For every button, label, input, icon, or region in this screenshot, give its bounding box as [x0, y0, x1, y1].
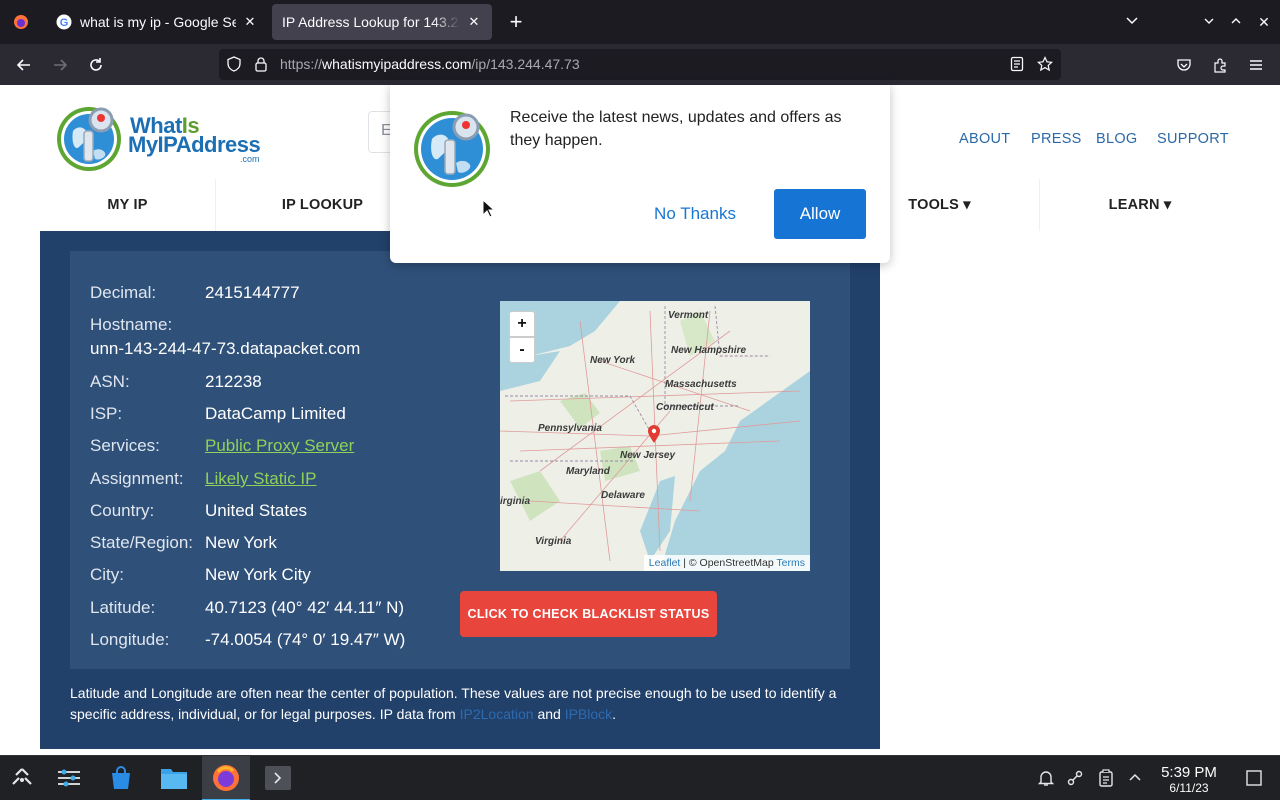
- minimize-icon[interactable]: [1197, 10, 1221, 34]
- ip-details-card: Decimal: 2415144777 Hostname: unn-143-244…: [70, 251, 850, 669]
- tab-google-search[interactable]: G what is my ip - Google Sea ✕: [46, 4, 268, 40]
- site-globe-icon: [414, 111, 490, 187]
- no-thanks-button[interactable]: No Thanks: [640, 189, 750, 239]
- detail-city: City: New York City: [90, 565, 311, 584]
- detail-hostname-value: unn-143-244-47-73.datapacket.com: [90, 339, 361, 358]
- map-label: Delaware: [601, 490, 645, 501]
- hamburger-menu-icon[interactable]: [1243, 52, 1269, 78]
- google-icon: G: [56, 14, 72, 30]
- discover-store-icon[interactable]: [104, 761, 138, 795]
- notifications-bell-icon[interactable]: [1036, 768, 1056, 788]
- notification-message: Receive the latest news, updates and off…: [510, 109, 842, 149]
- bookmark-star-icon[interactable]: [1037, 56, 1053, 77]
- extensions-icon[interactable]: [1207, 52, 1233, 78]
- reader-view-icon[interactable]: [1010, 56, 1024, 77]
- reload-icon[interactable]: [83, 52, 109, 78]
- tray-expand-icon[interactable]: [1125, 768, 1145, 788]
- tracking-shield-icon[interactable]: [226, 56, 242, 77]
- detail-latitude: Latitude: 40.7123 (40° 42′ 44.11″ N): [90, 598, 405, 617]
- back-arrow-icon[interactable]: [11, 52, 37, 78]
- network-icon[interactable]: [1065, 768, 1085, 788]
- list-all-tabs-icon[interactable]: [1120, 10, 1144, 34]
- map-label: irginia: [500, 496, 531, 507]
- link-about[interactable]: ABOUT: [959, 131, 1010, 147]
- map-label: Pennsylvania: [538, 423, 602, 434]
- maximize-icon[interactable]: [1224, 10, 1248, 34]
- ipblock-link[interactable]: IPBlock: [565, 706, 612, 722]
- link-press[interactable]: PRESS: [1031, 131, 1082, 147]
- tab-ip-lookup[interactable]: IP Address Lookup for 143.244 ✕: [272, 4, 492, 40]
- map-label: New Jersey: [620, 450, 676, 461]
- detail-asn: ASN: 212238: [90, 372, 262, 391]
- terminal-icon[interactable]: [261, 761, 295, 795]
- globe-magnifier-icon: [57, 107, 121, 171]
- address-bar[interactable]: https://whatismyipaddress.com/ip/143.244…: [219, 49, 1061, 80]
- leaflet-link[interactable]: Leaflet: [649, 557, 681, 569]
- map-label: New York: [590, 355, 636, 366]
- map-zoom-in-button[interactable]: +: [509, 311, 535, 337]
- link-support[interactable]: SUPPORT: [1157, 131, 1229, 147]
- system-settings-icon[interactable]: [52, 761, 86, 795]
- detail-isp: ISP: DataCamp Limited: [90, 404, 346, 423]
- svg-text:G: G: [60, 17, 69, 29]
- mouse-cursor-icon: [482, 199, 496, 218]
- map-label: Maryland: [566, 466, 610, 477]
- logo-wordmark-line2: MyIPAddress: [128, 132, 261, 157]
- detail-country: Country: United States: [90, 501, 308, 520]
- clipboard-icon[interactable]: [1096, 768, 1116, 788]
- forward-arrow-icon[interactable]: [47, 52, 73, 78]
- desktop-taskbar: 5:39 PM 6/11/23: [0, 755, 1280, 800]
- location-map[interactable]: Vermont New Hampshire New York Massachus…: [500, 301, 810, 571]
- firefox-icon[interactable]: [209, 761, 243, 795]
- map-label: New Hampshire: [671, 345, 747, 356]
- nav-learn[interactable]: LEARN ▾: [1040, 179, 1240, 231]
- new-tab-button[interactable]: +: [502, 8, 530, 36]
- tab-title: IP Address Lookup for 143.244: [282, 14, 460, 30]
- check-blacklist-button[interactable]: CLICK TO CHECK BLACKLIST STATUS: [460, 591, 717, 637]
- assignment-link[interactable]: Likely Static IP: [205, 469, 317, 488]
- file-manager-icon[interactable]: [157, 761, 191, 795]
- app-launcher-icon[interactable]: [5, 761, 39, 795]
- nav-my-ip[interactable]: MY IP: [40, 179, 216, 231]
- map-label: Virginia: [535, 536, 572, 547]
- map-label: Connecticut: [656, 402, 714, 413]
- map-label: Vermont: [668, 310, 709, 321]
- map-label: Massachusetts: [665, 379, 737, 390]
- allow-button[interactable]: Allow: [774, 189, 866, 239]
- detail-longitude: Longitude: -74.0054 (74° 0′ 19.47″ W): [90, 630, 406, 649]
- detail-region: State/Region: New York: [90, 533, 277, 552]
- browser-nav-bar: https://whatismyipaddress.com/ip/143.244…: [0, 44, 1280, 85]
- firefox-view-icon[interactable]: [0, 0, 42, 44]
- map-attribution: Leaflet | © OpenStreetMap Terms: [643, 555, 810, 571]
- detail-hostname-label: Hostname:: [90, 315, 173, 334]
- detail-assignment: Assignment: Likely Static IP: [90, 469, 317, 488]
- link-blog[interactable]: BLOG: [1096, 131, 1138, 147]
- clock-date[interactable]: 6/11/23: [1156, 781, 1222, 795]
- terms-link[interactable]: Terms: [776, 557, 805, 569]
- logo-suffix: .com: [240, 154, 260, 164]
- browser-tab-bar: G what is my ip - Google Sea ✕ IP Addres…: [0, 0, 1280, 44]
- location-pin-icon[interactable]: [647, 424, 661, 449]
- pocket-icon[interactable]: [1171, 52, 1197, 78]
- lock-icon[interactable]: [254, 56, 268, 77]
- detail-services: Services: Public Proxy Server: [90, 436, 355, 455]
- url-text: https://whatismyipaddress.com/ip/143.244…: [280, 56, 580, 72]
- tab-title: what is my ip - Google Sea: [80, 14, 236, 30]
- show-desktop-icon[interactable]: [1244, 768, 1264, 788]
- close-window-icon[interactable]: ✕: [1252, 10, 1276, 34]
- site-logo[interactable]: WhatIs MyIPAddress .com: [55, 103, 265, 175]
- map-zoom-out-button[interactable]: -: [509, 337, 535, 363]
- ip2location-link[interactable]: IP2Location: [460, 706, 534, 722]
- services-link[interactable]: Public Proxy Server: [205, 436, 354, 455]
- close-tab-icon[interactable]: ✕: [242, 14, 258, 30]
- location-disclaimer: Latitude and Longitude are often near th…: [70, 685, 837, 722]
- clock-time[interactable]: 5:39 PM: [1156, 764, 1222, 781]
- notification-permission-popup: Receive the latest news, updates and off…: [390, 85, 890, 263]
- close-tab-icon[interactable]: ✕: [466, 14, 482, 30]
- ip-details-panel: Decimal: 2415144777 Hostname: unn-143-244…: [40, 231, 880, 749]
- detail-decimal: Decimal: 2415144777: [90, 283, 300, 302]
